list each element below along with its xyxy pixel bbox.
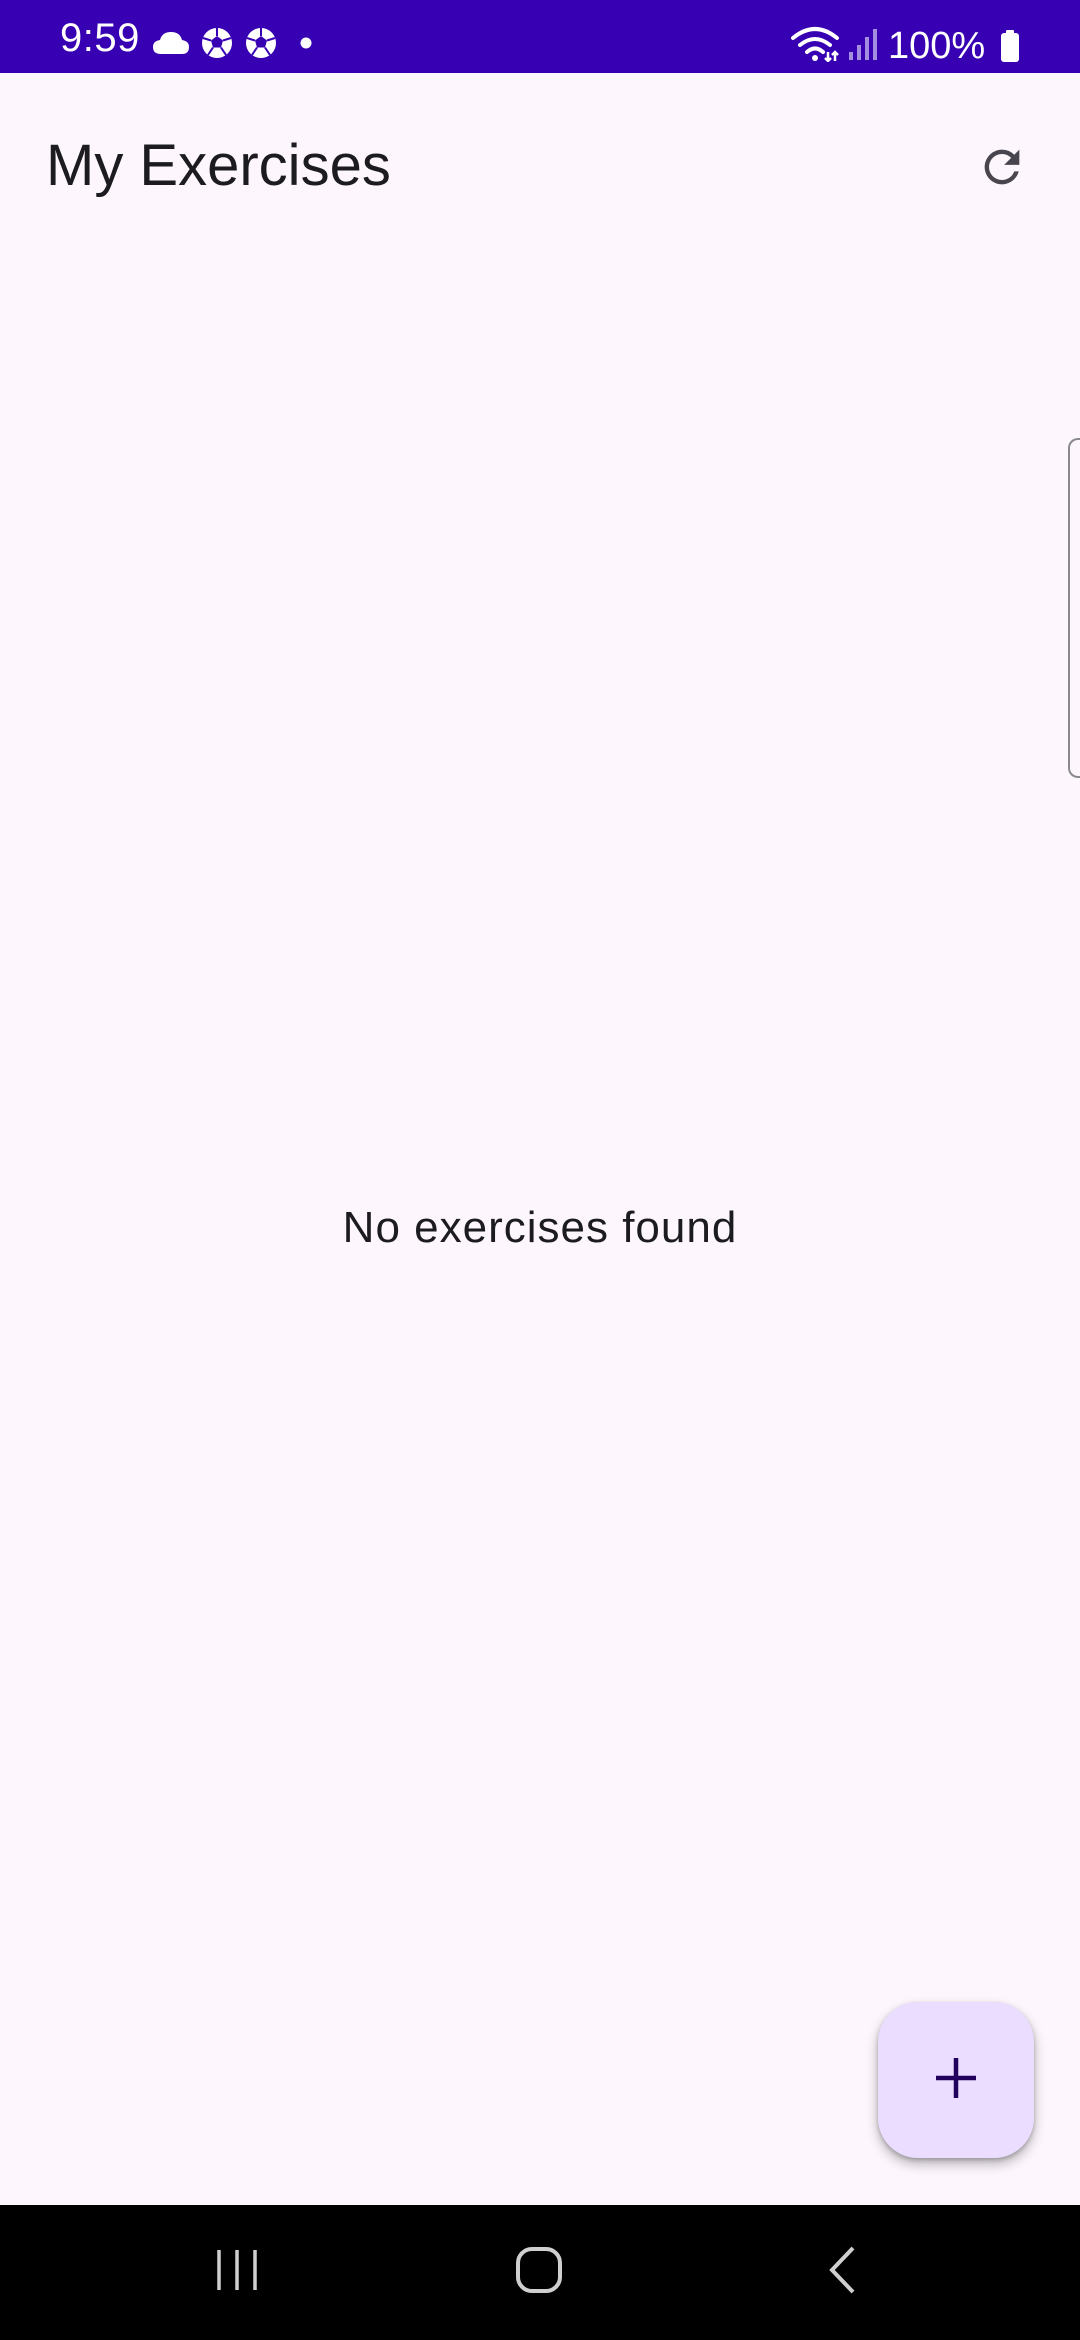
recents-button[interactable] <box>157 2205 317 2340</box>
status-time: 9:59 <box>60 16 140 60</box>
dot-icon <box>300 37 312 49</box>
home-icon <box>515 2246 563 2299</box>
refresh-icon <box>976 141 1028 198</box>
battery-percentage: 100% <box>888 25 986 67</box>
wifi-icon <box>790 26 840 67</box>
empty-state-message: No exercises found <box>342 1203 738 1252</box>
page-title: My Exercises <box>46 133 391 198</box>
status-bar: 9:59 100% <box>0 0 1080 73</box>
home-button[interactable] <box>459 2205 619 2340</box>
battery-icon <box>1000 30 1020 67</box>
edge-panel-handle[interactable] <box>1068 438 1080 778</box>
back-button[interactable] <box>762 2205 922 2340</box>
top-app-bar: My Exercises <box>0 73 1080 253</box>
refresh-button[interactable] <box>966 133 1038 205</box>
soccer-ball-icon <box>200 26 234 60</box>
back-icon <box>827 2245 857 2300</box>
soccer-ball-icon <box>244 26 278 60</box>
status-notification-icons <box>152 26 312 60</box>
system-navigation-bar <box>0 2205 1080 2340</box>
signal-icon <box>848 28 878 65</box>
plus-icon <box>932 2054 980 2107</box>
recents-icon <box>214 2247 260 2298</box>
cloud-icon <box>152 30 190 56</box>
add-exercise-button[interactable] <box>878 2002 1034 2158</box>
